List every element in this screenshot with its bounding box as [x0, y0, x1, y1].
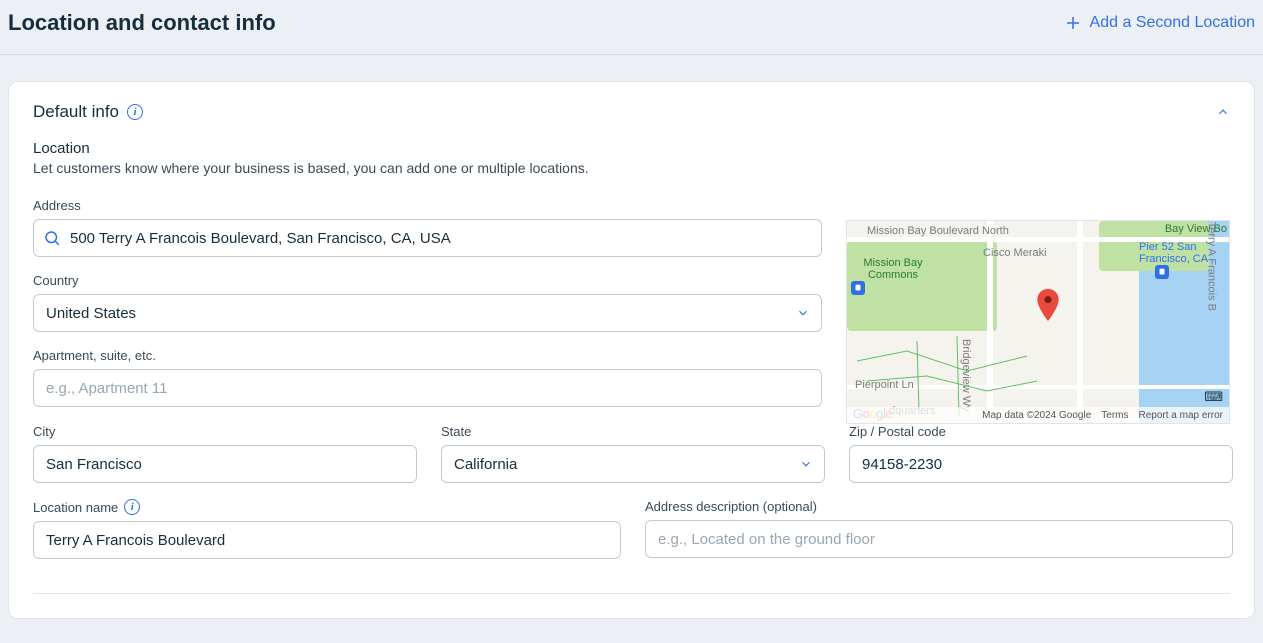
address-description-label: Address description (optional) — [645, 499, 1233, 514]
state-select[interactable]: California — [441, 445, 825, 483]
search-icon — [43, 229, 61, 247]
transit-icon — [1155, 265, 1169, 279]
default-info-card: Default info i Location Let customers kn… — [8, 81, 1255, 619]
transit-icon — [851, 281, 865, 295]
location-section-description: Let customers know where your business i… — [33, 160, 1230, 176]
divider — [33, 593, 1230, 594]
location-name-label: Location name i — [33, 499, 621, 515]
keyboard-icon[interactable]: ⌨ — [1204, 389, 1223, 405]
city-input[interactable] — [33, 445, 417, 483]
card-header[interactable]: Default info i — [33, 102, 1230, 122]
map-footer: Map data ©2024 Google Terms Report a map… — [847, 407, 1229, 423]
map-label: Bridgeview Wy — [960, 339, 972, 412]
zip-label: Zip / Postal code — [849, 424, 1233, 439]
address-label: Address — [33, 198, 822, 213]
zip-input[interactable] — [849, 445, 1233, 483]
map-report-link[interactable]: Report a map error — [1139, 410, 1223, 421]
map-pin-icon — [1037, 289, 1059, 321]
page-title: Location and contact info — [8, 10, 276, 36]
country-label: Country — [33, 273, 822, 288]
map-label: Mission Bay Boulevard North — [867, 225, 1009, 237]
city-label: City — [33, 424, 417, 439]
state-label: State — [441, 424, 825, 439]
address-input[interactable] — [33, 219, 822, 257]
location-section-title: Location — [33, 140, 1230, 157]
card-title: Default info — [33, 102, 119, 122]
map-label: Terry A Francois B — [1205, 222, 1217, 311]
address-description-input[interactable] — [645, 520, 1233, 558]
add-second-location-button[interactable]: Add a Second Location — [1064, 14, 1255, 32]
page-header: Location and contact info Add a Second L… — [0, 0, 1263, 55]
info-icon[interactable]: i — [127, 104, 143, 120]
map-label: Bay View Bo — [1165, 223, 1227, 235]
map-label: Pierpoint Ln — [855, 379, 914, 391]
map-label: Mission Bay Commons — [853, 257, 933, 281]
country-select[interactable]: United States — [33, 294, 822, 332]
map-terms-link[interactable]: Terms — [1101, 410, 1128, 421]
add-second-location-label: Add a Second Location — [1090, 14, 1255, 32]
chevron-up-icon[interactable] — [1216, 105, 1230, 119]
map-preview[interactable]: Mission Bay Boulevard North Mission Bay … — [846, 220, 1230, 424]
apartment-label: Apartment, suite, etc. — [33, 348, 822, 363]
map-attribution: Map data ©2024 Google — [982, 410, 1091, 421]
map-label: Cisco Meraki — [983, 247, 1047, 259]
info-icon[interactable]: i — [124, 499, 140, 515]
apartment-input[interactable] — [33, 369, 822, 407]
location-name-input[interactable] — [33, 521, 621, 559]
plus-icon — [1064, 14, 1082, 32]
